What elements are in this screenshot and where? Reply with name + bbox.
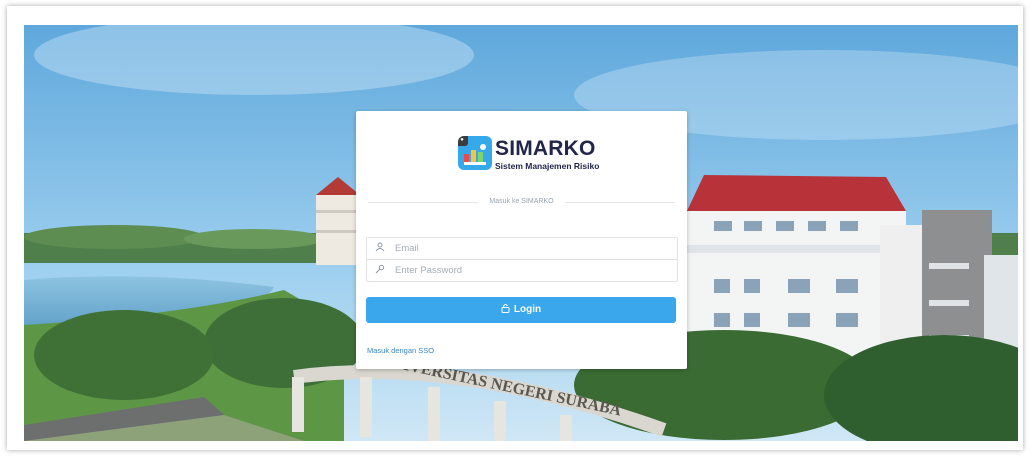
password-field[interactable] bbox=[366, 259, 678, 282]
simarko-logo-icon: ● bbox=[458, 136, 492, 170]
email-field[interactable] bbox=[366, 237, 678, 260]
password-input[interactable] bbox=[395, 262, 665, 278]
sso-login-link[interactable]: Masuk dengan SSO bbox=[367, 346, 434, 355]
app-subtitle: Sistem Manajemen Risiko bbox=[495, 161, 600, 171]
login-button-label: Login bbox=[513, 304, 542, 315]
form-heading: Masuk ke SIMARKO bbox=[489, 198, 554, 205]
form-heading-divider: Masuk ke SIMARKO bbox=[368, 198, 675, 205]
lock-icon bbox=[501, 297, 510, 323]
key-icon bbox=[374, 264, 386, 276]
app-title: SIMARKO bbox=[495, 137, 596, 160]
email-input[interactable] bbox=[395, 240, 665, 256]
login-card: ● SIMARKO Sistem Manajemen Risiko Masuk … bbox=[356, 111, 687, 369]
login-button[interactable]: Login bbox=[366, 297, 676, 323]
user-icon bbox=[374, 242, 386, 254]
